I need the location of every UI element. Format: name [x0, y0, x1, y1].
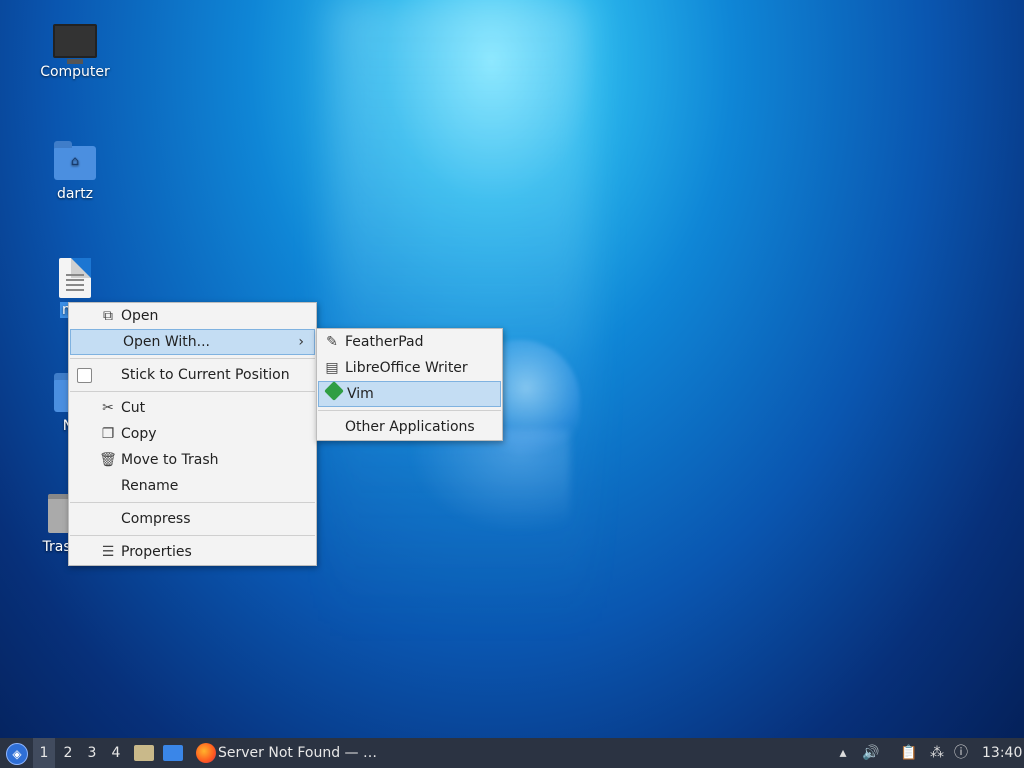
- vim-icon: [324, 381, 344, 406]
- menu-separator: [70, 535, 315, 536]
- featherpad-icon: ✎: [326, 334, 338, 350]
- menu-separator: [70, 391, 315, 392]
- menu-item-label: Rename: [121, 478, 179, 494]
- clock[interactable]: 13:40: [982, 738, 1022, 768]
- menu-item-properties[interactable]: ☰ Properties: [69, 539, 316, 565]
- wallpaper-light-rays: [330, 0, 590, 640]
- writer-document-icon: ▤: [325, 360, 339, 376]
- menu-item-stick-position[interactable]: Stick to Current Position: [69, 362, 316, 388]
- menu-item-compress[interactable]: Compress: [69, 506, 316, 532]
- submenu-item-vim[interactable]: Vim: [318, 381, 501, 407]
- menu-item-label: Move to Trash: [121, 452, 219, 468]
- menu-item-label: Properties: [121, 544, 192, 560]
- menu-item-open[interactable]: ⧉ Open: [69, 303, 316, 329]
- desktop-icon-label: Computer: [40, 64, 110, 80]
- submenu-item-libreoffice-writer[interactable]: ▤ LibreOffice Writer: [317, 355, 502, 381]
- menu-item-rename[interactable]: Rename: [69, 473, 316, 499]
- copy-icon: ❐: [101, 426, 115, 442]
- menu-item-label: Cut: [121, 400, 146, 416]
- window-title: Server Not Found — …: [218, 745, 377, 761]
- menu-separator: [318, 410, 501, 411]
- desktop-icon-label: dartz: [56, 186, 94, 202]
- trash-can-icon: 🗑: [99, 452, 117, 468]
- monitor-icon: [53, 24, 97, 64]
- menu-item-open-with[interactable]: Open With... ›: [70, 329, 315, 355]
- wallpaper-jellyfish-tentacles: [400, 430, 570, 540]
- network-icon[interactable]: ⁂: [928, 744, 946, 762]
- menu-item-label: Open: [121, 308, 159, 324]
- desktop-icon-computer[interactable]: Computer: [30, 24, 120, 80]
- menu-item-cut[interactable]: ✂ Cut: [69, 395, 316, 421]
- workspace-4[interactable]: 4: [105, 738, 127, 768]
- menu-item-label: LibreOffice Writer: [345, 360, 468, 376]
- workspace-1[interactable]: 1: [33, 738, 55, 768]
- context-menu: ⧉ Open Open With... › Stick to Current P…: [68, 302, 317, 566]
- menu-item-label: FeatherPad: [345, 334, 424, 350]
- menu-item-copy[interactable]: ❐ Copy: [69, 421, 316, 447]
- scissors-icon: ✂: [102, 400, 114, 416]
- submenu-item-other-applications[interactable]: Other Applications: [317, 414, 502, 440]
- workspace-3[interactable]: 3: [81, 738, 103, 768]
- lxqt-logo-icon: ◈: [6, 743, 28, 765]
- submenu-item-featherpad[interactable]: ✎ FeatherPad: [317, 329, 502, 355]
- workspace-2[interactable]: 2: [57, 738, 79, 768]
- desktop-icon-home-folder[interactable]: ⌂ dartz: [30, 141, 120, 202]
- chevron-right-icon: ›: [298, 334, 304, 350]
- menu-item-label: Other Applications: [345, 419, 475, 435]
- menu-separator: [70, 502, 315, 503]
- show-desktop-icon[interactable]: [163, 745, 183, 761]
- menu-item-label: Compress: [121, 511, 191, 527]
- menu-item-move-to-trash[interactable]: 🗑 Move to Trash: [69, 447, 316, 473]
- properties-list-icon: ☰: [101, 544, 115, 560]
- menu-item-label: Vim: [347, 386, 374, 402]
- open-icon: ⧉: [103, 308, 113, 324]
- start-menu-button[interactable]: ◈: [0, 738, 32, 768]
- tray-arrow-icon[interactable]: ▴: [834, 744, 852, 762]
- firefox-icon: [196, 743, 216, 763]
- menu-item-label: Copy: [121, 426, 157, 442]
- menu-separator: [70, 358, 315, 359]
- menu-item-label: Stick to Current Position: [121, 367, 290, 383]
- home-folder-icon: ⌂: [54, 141, 96, 180]
- stick-position-checkbox[interactable]: [77, 368, 92, 383]
- file-manager-launcher-icon[interactable]: [134, 745, 154, 761]
- menu-item-label: Open With...: [123, 334, 210, 350]
- text-file-icon: [59, 258, 91, 298]
- clipboard-icon[interactable]: 📋: [900, 744, 918, 762]
- taskbar-window-firefox[interactable]: Server Not Found — …: [192, 738, 382, 768]
- taskbar: ◈ 1 2 3 4 Server Not Found — … ▴ 🔊 📋 ⁂ ⓘ…: [0, 738, 1024, 768]
- update-notifier-icon[interactable]: ⓘ: [952, 744, 970, 762]
- volume-icon[interactable]: 🔊: [862, 744, 880, 762]
- open-with-submenu: ✎ FeatherPad ▤ LibreOffice Writer Vim Ot…: [316, 328, 503, 441]
